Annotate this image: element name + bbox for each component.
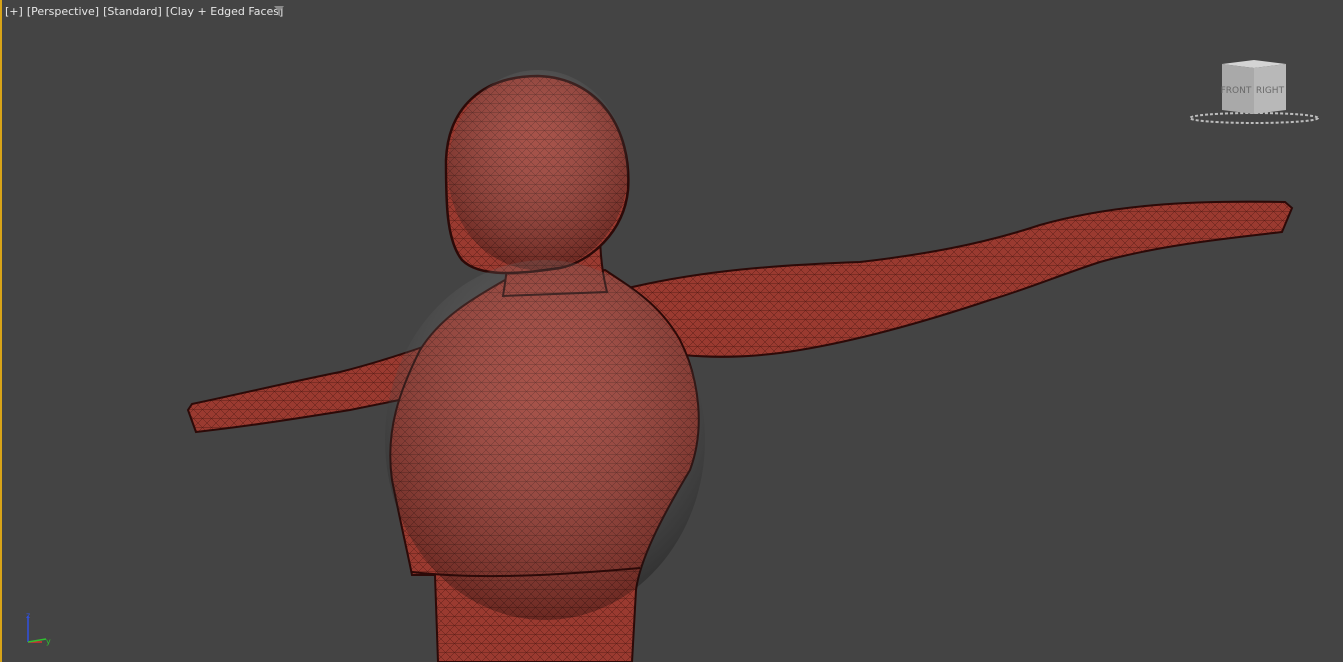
viewcube-right-label: RIGHT [1256,86,1285,96]
z-axis-label: z [26,611,30,620]
axis-tripod: z y [26,611,51,646]
character-mesh[interactable] [0,0,1343,662]
mesh-body [186,70,1294,662]
y-axis-label: y [46,637,51,646]
viewcube[interactable]: FRONT RIGHT [1188,58,1320,126]
viewcube-front-label: FRONT [1221,86,1252,96]
viewcube-compass-ring[interactable] [1189,112,1319,124]
perspective-viewport[interactable]: [+] [Perspective] [Standard] [Clay + Edg… [0,0,1343,662]
